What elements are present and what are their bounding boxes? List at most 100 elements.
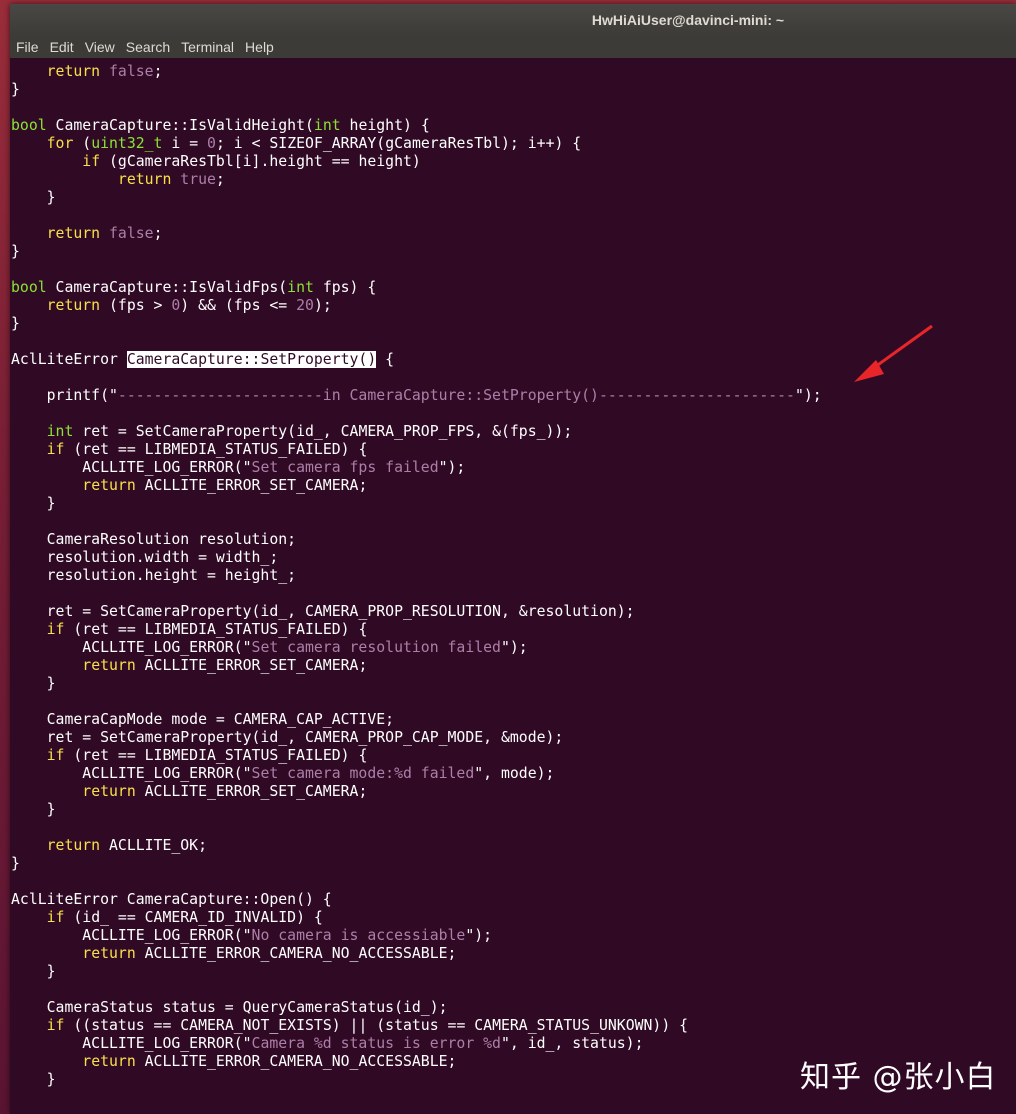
code-line: resolution.width = width_; [11,549,279,567]
menu-edit[interactable]: Edit [45,36,79,58]
code-token: ACLLITE_ERROR_CAMERA_NO_ACCESSABLE; [135,945,457,962]
code-token: return [46,63,101,80]
code-token: if [46,909,65,926]
code-line: } [11,243,20,261]
code-token: ACLLITE_ERROR_SET_CAMERA; [135,477,368,494]
code-token: ACLLITE_ERROR_SET_CAMERA; [135,657,368,674]
code-token: } [11,1071,56,1088]
code-token: "); [438,459,466,476]
code-token: CameraCapture::IsValidHeight( [46,117,314,134]
code-line: return ACLLITE_OK; [11,837,207,855]
code-token: return [46,225,101,242]
code-token: ", id_, status); [500,1035,644,1052]
code-line: ACLLITE_LOG_ERROR("Camera %d status is e… [11,1035,644,1053]
menu-bar: File Edit View Search Terminal Help [10,36,1016,58]
code-token: false [109,225,154,242]
code-token: bool [11,279,47,296]
code-token: return [82,657,136,674]
code-token: i = [162,135,208,152]
code-token: } [11,81,20,98]
code-token: ACLLITE_LOG_ERROR(" [11,765,252,782]
code-line: bool CameraCapture::IsValidHeight(int he… [11,117,430,135]
code-token: ACLLITE_ERROR_SET_CAMERA; [135,783,368,800]
menu-search[interactable]: Search [121,36,175,58]
terminal-content[interactable]: return false;} bool CameraCapture::IsVali… [10,58,1016,1114]
menu-view[interactable]: View [80,36,120,58]
code-token: ; [153,63,163,80]
code-token: bool [11,117,47,134]
menu-help[interactable]: Help [240,36,279,58]
code-line: return ACLLITE_ERROR_CAMERA_NO_ACCESSABL… [11,945,456,963]
menu-file[interactable]: File [11,36,44,58]
code-line: } [11,675,56,693]
code-line: ACLLITE_LOG_ERROR("No camera is accessia… [11,927,492,945]
code-token: } [11,495,56,512]
code-line: if (gCameraResTbl[i].height == height) [11,153,421,171]
code-line: CameraCapMode mode = CAMERA_CAP_ACTIVE; [11,711,394,729]
code-token: ; i < SIZEOF_ARRAY(gCameraResTbl); i++) … [215,135,582,152]
code-token: return [82,477,136,494]
code-token: return [46,297,101,314]
code-token: return [82,783,136,800]
code-token: if [82,153,101,170]
code-line: CameraStatus status = QueryCameraStatus(… [11,999,448,1017]
code-token: ret = SetCameraProperty(id_, CAMERA_PROP… [11,603,635,620]
code-line: ACLLITE_LOG_ERROR("Set camera fps failed… [11,459,465,477]
code-token: CameraStatus status = QueryCameraStatus(… [11,999,448,1016]
code-line: ACLLITE_LOG_ERROR("Set camera mode:%d fa… [11,765,554,783]
code-line: } [11,801,56,819]
code-line: ACLLITE_LOG_ERROR("Set camera resolution… [11,639,527,657]
code-token: false [109,63,154,80]
code-line: return ACLLITE_ERROR_SET_CAMERA; [11,657,367,675]
code-token: ACLLITE_OK; [100,837,207,854]
code-token: ACLLITE_ERROR_CAMERA_NO_ACCESSABLE; [135,1053,457,1070]
code-token: 20 [296,297,314,314]
code-token: for [46,135,74,152]
title-bar[interactable]: HwHiAiUser@davinci-mini: ~ [10,4,1016,36]
code-token: Set camera mode:%d failed [251,765,475,782]
code-line: for (uint32_t i = 0; i < SIZEOF_ARRAY(gC… [11,135,582,153]
code-token: int [46,423,74,440]
code-token: ", mode); [474,765,555,782]
code-token: ) && (fps <= [180,297,297,314]
menu-terminal[interactable]: Terminal [176,36,239,58]
code-token: (fps > [100,297,172,314]
code-token: } [11,801,56,818]
code-token: CameraCapMode mode = CAMERA_CAP_ACTIVE; [11,711,395,728]
code-token: } [11,315,20,332]
code-token: uint32_t [91,135,163,152]
code-line: CameraResolution resolution; [11,531,296,549]
code-token: } [11,855,20,872]
code-line: if (ret == LIBMEDIA_STATUS_FAILED) { [11,747,368,765]
code-token: (gCameraResTbl[i].height == height) [100,153,421,170]
terminal-window[interactable]: HwHiAiUser@davinci-mini: ~ File Edit View S… [10,4,1016,1114]
code-token: int [287,279,314,296]
code-token: ACLLITE_LOG_ERROR(" [11,927,252,944]
code-token: if [46,441,65,458]
code-line: } [11,189,56,207]
code-token: AclLiteError CameraCapture::Open() { [11,891,332,908]
code-line: if (id_ == CAMERA_ID_INVALID) { [11,909,323,927]
code-line: if (ret == LIBMEDIA_STATUS_FAILED) { [11,621,368,639]
code-token: printf(" [11,387,118,404]
code-line: return ACLLITE_ERROR_CAMERA_NO_ACCESSABL… [11,1053,456,1071]
code-token: ACLLITE_LOG_ERROR(" [11,459,252,476]
code-line: return true; [11,171,225,189]
code-token: CameraResolution resolution; [11,531,297,548]
code-line: AclLiteError CameraCapture::Open() { [11,891,332,909]
red-arrow-icon [854,324,933,382]
code-token: (ret == LIBMEDIA_STATUS_FAILED) { [64,747,368,764]
code-token: ; [153,225,163,242]
code-line: } [11,495,56,513]
code-line: return false; [11,225,163,243]
code-token: "); [465,927,493,944]
